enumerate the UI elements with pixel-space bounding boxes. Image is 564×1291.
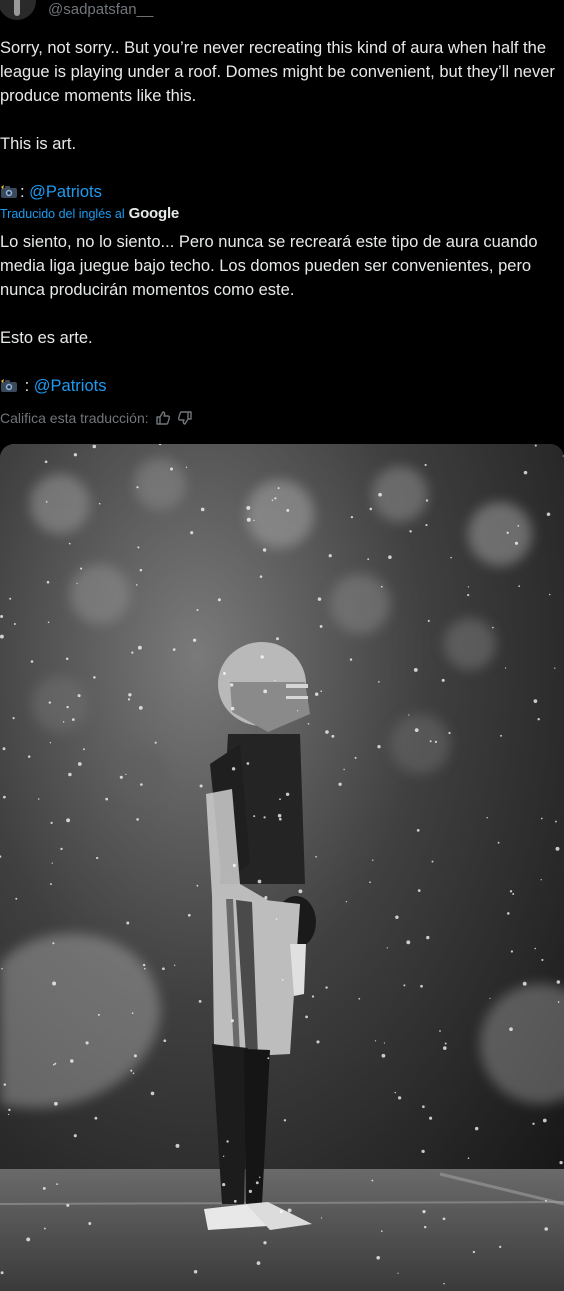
- rate-translation: Califica esta traducción:: [0, 410, 193, 426]
- tweet-text: Sorry, not sorry.. But you’re never recr…: [0, 36, 562, 204]
- user-handle[interactable]: @sadpatsfan__: [48, 1, 153, 18]
- credit-prefix: :: [20, 183, 30, 201]
- translated-from-label: Traducido del inglés al: [0, 206, 125, 221]
- tweet-header: @sadpatsfan__: [0, 0, 564, 22]
- camera-flash-icon: [0, 379, 18, 393]
- patriots-mention-link[interactable]: @Patriots: [29, 183, 102, 201]
- avatar[interactable]: [0, 0, 36, 20]
- thumbs-up-icon[interactable]: [155, 410, 171, 426]
- patriots-mention-link[interactable]: @Patriots: [34, 377, 107, 395]
- rate-translation-label: Califica esta traducción:: [0, 410, 149, 426]
- tweet-body: Sorry, not sorry.. But you’re never recr…: [0, 39, 555, 153]
- translated-body: Lo siento, no lo siento... Pero nunca se…: [0, 233, 538, 347]
- google-logo: Google: [128, 205, 180, 222]
- camera-flash-icon: [0, 185, 18, 199]
- translation-attribution: Traducido del inglés al Google: [0, 205, 179, 222]
- translated-text: Lo siento, no lo siento... Pero nunca se…: [0, 230, 562, 398]
- thumbs-down-icon[interactable]: [177, 410, 193, 426]
- football-player-in-snow-image: [0, 444, 564, 1291]
- tweet-photo[interactable]: [0, 444, 564, 1291]
- credit-prefix: :: [20, 377, 34, 395]
